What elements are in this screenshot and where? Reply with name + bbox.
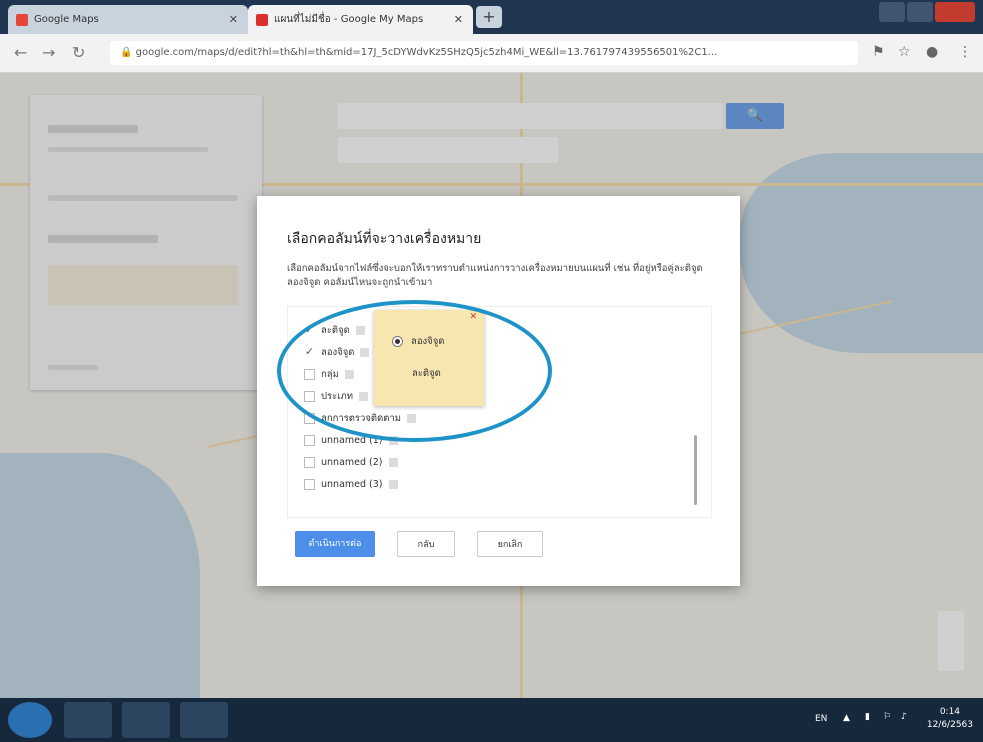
column-info-icon xyxy=(360,347,370,357)
address-bar[interactable]: 🔒 google.com/maps/d/edit?hl=th&hl=th&mid… xyxy=(110,41,858,65)
back-icon[interactable]: ← xyxy=(14,43,27,62)
checkbox[interactable] xyxy=(304,390,315,402)
checkmark-icon[interactable]: ✓ xyxy=(304,346,315,358)
google-maps-icon xyxy=(16,13,28,26)
network-icon[interactable]: ▮ xyxy=(865,712,870,722)
maximize-button[interactable] xyxy=(907,2,933,22)
dialog-title: เลือกคอลัมน์ที่จะวางเครื่องหมาย xyxy=(287,231,482,247)
column-info-icon xyxy=(407,413,417,423)
forward-icon[interactable]: → xyxy=(42,43,55,62)
language-indicator[interactable]: EN xyxy=(815,714,827,724)
column-info-icon xyxy=(344,369,354,379)
back-button[interactable]: กลับ xyxy=(397,531,455,557)
tray-arrow-icon[interactable]: ▲ xyxy=(843,713,850,723)
column-label: unnamed (1) xyxy=(321,434,383,446)
tab-my-maps[interactable]: แผนที่ไม่มีชื่อ - Google My Maps ✕ xyxy=(248,5,473,34)
close-tab-icon[interactable]: ✕ xyxy=(454,13,463,26)
column-item[interactable]: ลูกการตรวจติดตาม xyxy=(304,409,417,427)
column-item[interactable]: unnamed (3) xyxy=(304,475,398,493)
column-label: unnamed (2) xyxy=(321,456,383,468)
column-item[interactable]: ประเภท xyxy=(304,387,369,405)
column-label: ประเภท xyxy=(321,390,354,402)
url-text: google.com/maps/d/edit?hl=th&hl=th&mid=1… xyxy=(135,47,718,58)
checkbox[interactable] xyxy=(304,456,315,468)
radio-option-longitude[interactable]: ลองจิจูด xyxy=(392,334,444,349)
column-info-icon xyxy=(388,479,398,489)
clock-time: 0:14 xyxy=(939,707,961,717)
checkbox[interactable] xyxy=(304,412,315,424)
column-label: ลูกการตรวจติดตาม xyxy=(321,412,402,424)
option-label: ละติจูด xyxy=(412,368,441,379)
column-item[interactable]: กลุ่ม xyxy=(304,365,354,383)
close-window-button[interactable] xyxy=(935,2,975,22)
column-label: ลองจิจูด xyxy=(321,346,355,358)
new-tab-button[interactable]: + xyxy=(476,6,502,28)
extension-icon[interactable]: ● xyxy=(926,44,938,60)
bookmark-star-icon[interactable]: ☆ xyxy=(898,44,911,60)
column-label: กลุ่ม xyxy=(321,368,339,380)
browser-toolbar: ← → ↻ 🔒 google.com/maps/d/edit?hl=th&hl=… xyxy=(0,34,983,73)
continue-button[interactable]: ดำเนินการต่อ xyxy=(295,531,375,557)
tab-google-maps[interactable]: Google Maps ✕ xyxy=(8,5,248,34)
chrome-taskbar-icon[interactable] xyxy=(64,702,112,738)
system-tray: EN ▲ ▮ ⚐ ♪ 0:14 12/6/2563 xyxy=(783,698,983,742)
column-label: unnamed (3) xyxy=(321,478,383,490)
clock-date: 12/6/2563 xyxy=(926,720,973,730)
column-label: ละติจูด xyxy=(321,324,350,336)
column-info-icon xyxy=(355,325,365,335)
translate-icon[interactable]: ⚑ xyxy=(872,44,885,60)
qgis-taskbar-icon[interactable] xyxy=(122,702,170,738)
minimize-button[interactable] xyxy=(879,2,905,22)
windows-start-button[interactable] xyxy=(8,702,52,738)
flag-icon[interactable]: ⚐ xyxy=(883,712,891,722)
radio-option-latitude[interactable]: ละติจูด xyxy=(412,366,441,381)
column-item[interactable]: ✓ ละติจูด xyxy=(304,321,365,339)
app-taskbar-icon[interactable] xyxy=(180,702,228,738)
column-list: ✓ ละติจูด ✓ ลองจิจูด กลุ่ม ประเภท ลูกการ… xyxy=(287,306,712,518)
lock-icon: 🔒 xyxy=(120,47,136,58)
radio-selected-icon[interactable] xyxy=(392,336,403,347)
close-icon[interactable]: ✕ xyxy=(469,312,477,322)
column-info-icon xyxy=(388,435,398,445)
tab-title: Google Maps xyxy=(34,14,99,25)
checkbox[interactable] xyxy=(304,478,315,490)
checkbox[interactable] xyxy=(304,434,315,446)
menu-icon[interactable]: ⋮ xyxy=(958,44,972,60)
reload-icon[interactable]: ↻ xyxy=(72,43,85,62)
volume-icon[interactable]: ♪ xyxy=(901,712,907,722)
cancel-button[interactable]: ยกเลิก xyxy=(477,531,543,557)
coordinate-type-popup: ✕ ลองจิจูด ละติจูด xyxy=(374,310,484,406)
browser-tab-strip: Google Maps ✕ แผนที่ไม่มีชื่อ - Google M… xyxy=(0,0,983,34)
column-info-icon xyxy=(388,457,398,467)
column-item[interactable]: unnamed (1) xyxy=(304,431,398,449)
checkmark-icon[interactable]: ✓ xyxy=(304,324,315,336)
option-label: ลองจิจูด xyxy=(411,336,445,347)
list-scrollbar[interactable] xyxy=(694,435,697,505)
windows-taskbar: EN ▲ ▮ ⚐ ♪ 0:14 12/6/2563 xyxy=(0,698,983,742)
choose-column-dialog: เลือกคอลัมน์ที่จะวางเครื่องหมาย เลือกคอล… xyxy=(257,196,740,586)
my-maps-icon xyxy=(256,13,268,26)
clock[interactable]: 0:14 12/6/2563 xyxy=(927,706,973,732)
dialog-description: เลือกคอลัมน์จากไฟล์ซึ่งจะบอกให้เราทราบตำ… xyxy=(287,263,703,288)
checkbox[interactable] xyxy=(304,368,315,380)
window-controls xyxy=(879,2,975,24)
column-info-icon xyxy=(359,391,369,401)
tab-title: แผนที่ไม่มีชื่อ - Google My Maps xyxy=(274,14,424,25)
close-tab-icon[interactable]: ✕ xyxy=(229,13,238,26)
column-item[interactable]: ✓ ลองจิจูด xyxy=(304,343,370,361)
column-item[interactable]: unnamed (2) xyxy=(304,453,398,471)
